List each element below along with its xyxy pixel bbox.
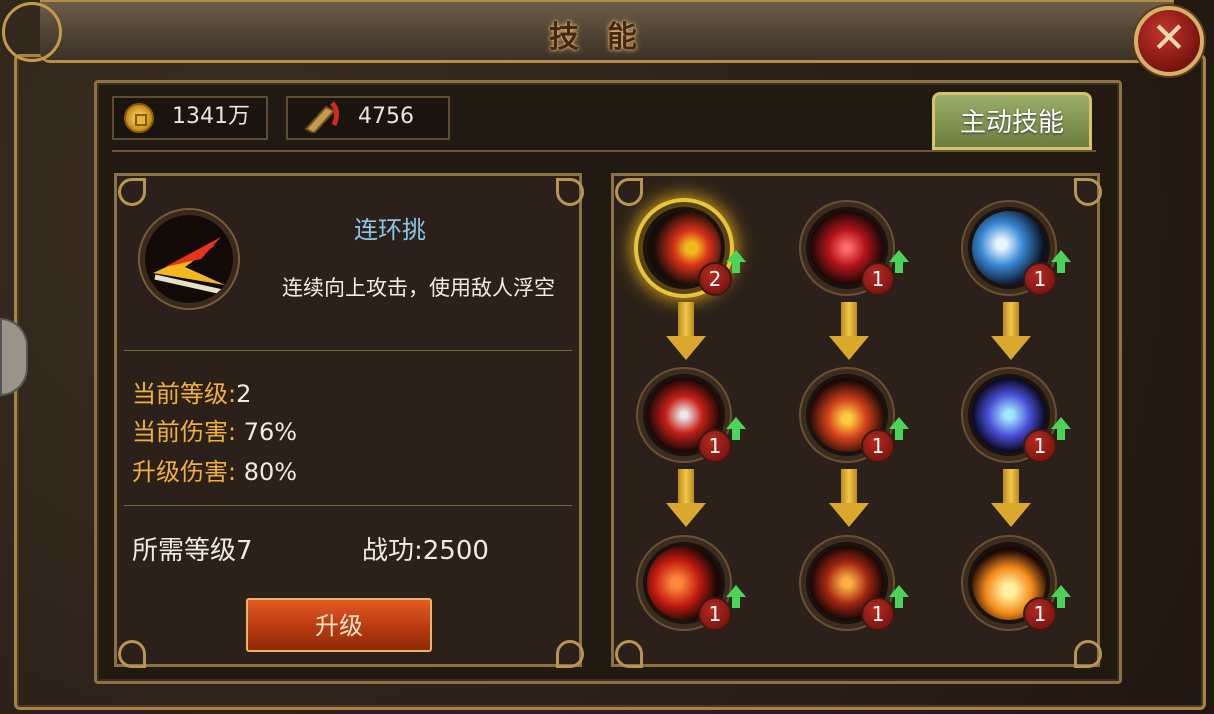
- upgrade-damage-value: 80%: [236, 458, 298, 486]
- slash-skill-icon: [145, 215, 233, 303]
- close-icon: ✕: [1151, 13, 1187, 62]
- unlock-arrow-icon: [991, 469, 1031, 529]
- current-damage-value: 76%: [236, 418, 298, 446]
- unlock-arrow-icon: [829, 302, 869, 362]
- unlock-arrow-icon: [829, 469, 869, 529]
- header-divider: [112, 150, 1096, 152]
- coin-amount: 1341万: [172, 104, 250, 129]
- skill-level-badge: 1: [861, 597, 895, 631]
- skill-level-badge: 1: [861, 429, 895, 463]
- corner-ornament-left: [2, 2, 62, 62]
- skill-level-badge: 1: [698, 597, 732, 631]
- upgrade-available-icon: [1051, 585, 1071, 608]
- feat-display: 4756: [286, 96, 450, 140]
- current-level-label: 当前等级:: [132, 380, 237, 408]
- upgrade-available-icon: [889, 250, 909, 273]
- skill-level-badge: 1: [1023, 597, 1057, 631]
- feat-token-icon: [304, 101, 340, 133]
- upgrade-available-icon: [726, 417, 746, 440]
- unlock-arrow-icon: [991, 302, 1031, 362]
- unlock-arrow-icon: [666, 302, 706, 362]
- divider: [124, 505, 572, 506]
- upgrade-available-icon: [726, 585, 746, 608]
- corner-ornament: [556, 178, 584, 206]
- current-level-value: 2: [236, 380, 252, 408]
- upgrade-button[interactable]: 升级: [246, 598, 432, 652]
- feat-cost: 战功:2500: [362, 536, 489, 566]
- upgrade-available-icon: [889, 585, 909, 608]
- coin-display: 1341万: [112, 96, 268, 140]
- selected-skill-icon: [140, 210, 238, 308]
- corner-ornament: [615, 640, 643, 668]
- close-button[interactable]: ✕: [1134, 6, 1204, 76]
- required-level: 所需等级7: [132, 536, 253, 566]
- skill-level-badge: 1: [1023, 429, 1057, 463]
- current-damage-label: 当前伤害:: [132, 418, 237, 446]
- upgrade-available-icon: [889, 417, 909, 440]
- unlock-arrow-icon: [666, 469, 706, 529]
- window-title: 技能: [549, 20, 665, 55]
- skill-description: 连续向上攻击，使用敌人浮空: [282, 276, 555, 300]
- corner-ornament: [615, 178, 643, 206]
- skill-level-badge: 1: [698, 429, 732, 463]
- corner-ornament: [1074, 178, 1102, 206]
- skill-level-badge: 1: [1023, 262, 1057, 296]
- upgrade-available-icon: [1051, 417, 1071, 440]
- corner-ornament: [556, 640, 584, 668]
- divider: [124, 350, 572, 351]
- skill-level-badge: 1: [861, 262, 895, 296]
- title-bar: 技能: [40, 0, 1174, 63]
- corner-ornament: [1074, 640, 1102, 668]
- upgrade-available-icon: [726, 250, 746, 273]
- upgrade-available-icon: [1051, 250, 1071, 273]
- skill-name: 连环挑: [354, 216, 426, 244]
- coin-icon: [124, 103, 154, 133]
- feat-amount: 4756: [358, 104, 414, 129]
- corner-ornament: [118, 178, 146, 206]
- tab-active-skills[interactable]: 主动技能: [932, 92, 1092, 150]
- skill-level-badge: 2: [698, 262, 732, 296]
- upgrade-damage-label: 升级伤害:: [132, 458, 237, 486]
- current-level-row: 当前等级:2: [132, 374, 251, 409]
- current-damage-row: 当前伤害: 76%: [132, 412, 297, 447]
- upgrade-damage-row: 升级伤害: 80%: [132, 452, 297, 487]
- corner-ornament: [118, 640, 146, 668]
